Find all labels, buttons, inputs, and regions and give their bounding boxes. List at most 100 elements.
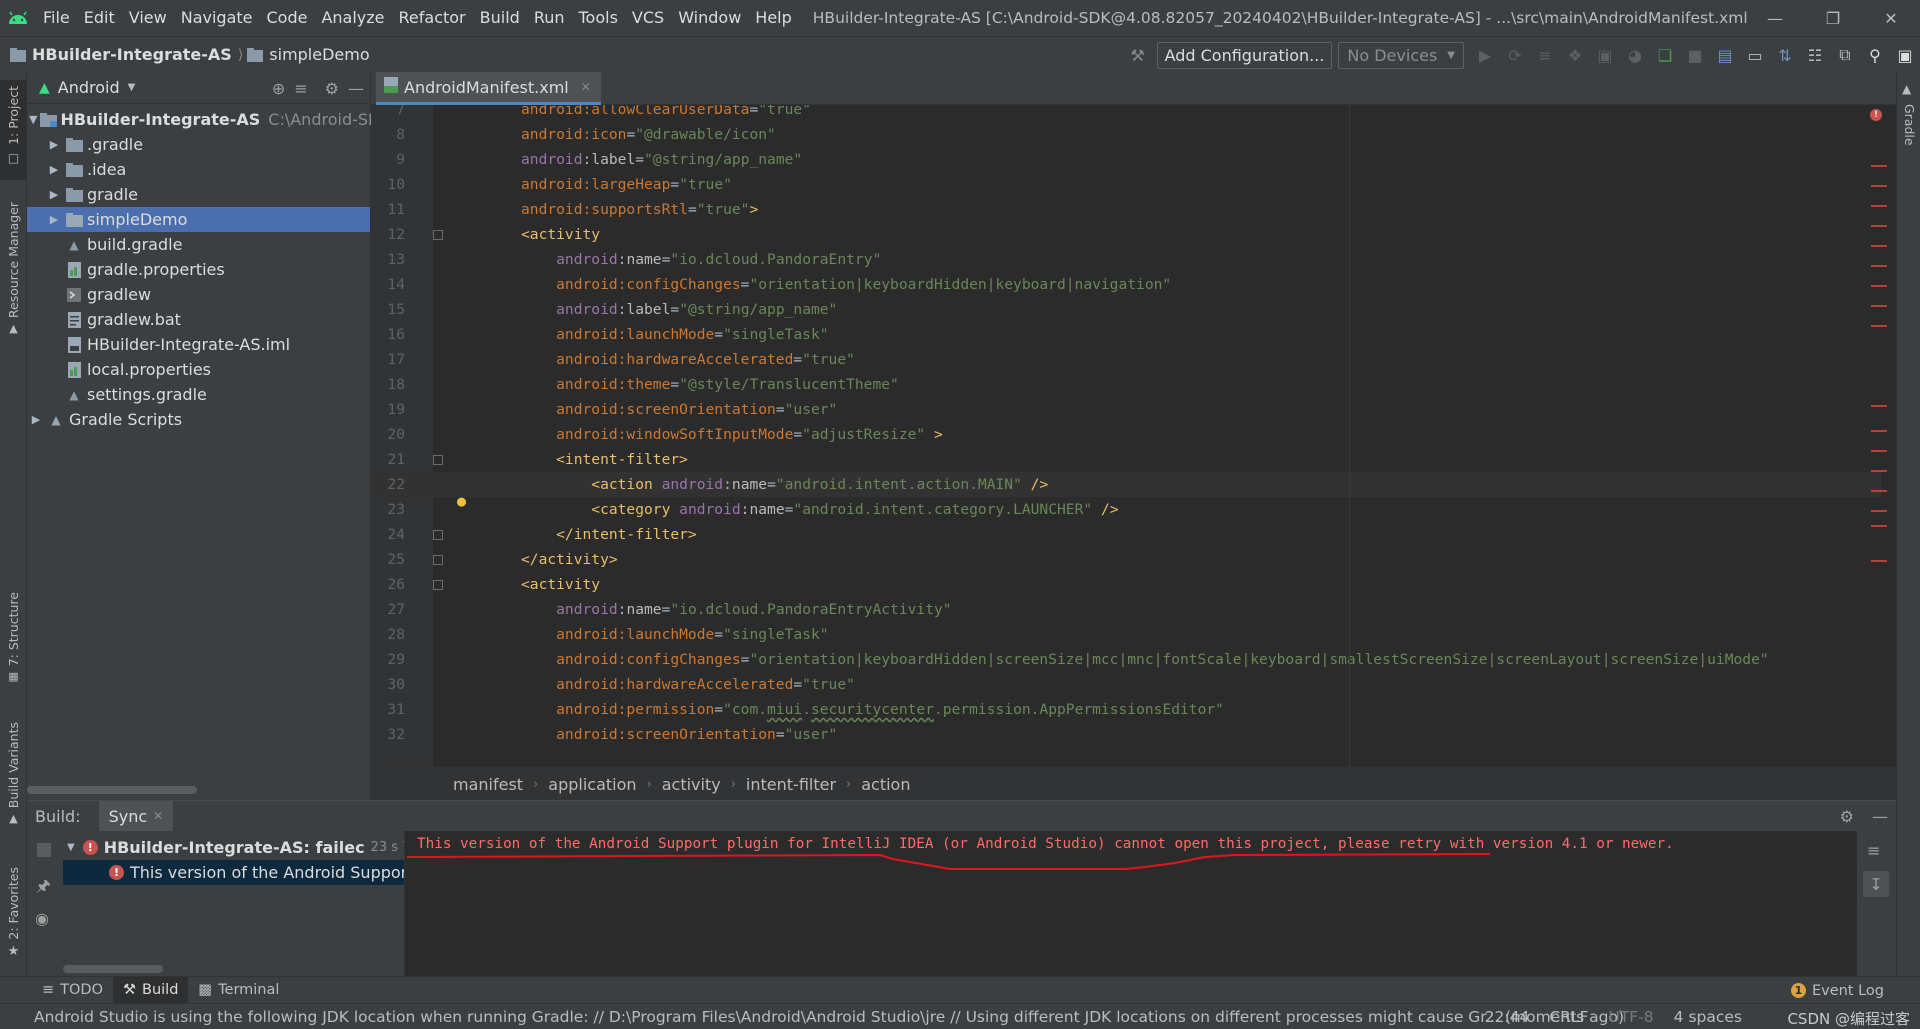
expand-arrow-icon[interactable]: ▼	[29, 113, 37, 126]
tree-item-dot-gradle[interactable]: ▶ .gradle	[27, 132, 370, 157]
xml-breadcrumb-item[interactable]: intent-filter	[746, 775, 836, 794]
tab-build[interactable]: ⚒ Build	[113, 976, 189, 1004]
code-line[interactable]: 21 <intent-filter>	[371, 447, 1881, 472]
caret-position[interactable]: 22:44	[1485, 1008, 1530, 1026]
fold-marker-icon[interactable]	[433, 580, 443, 590]
error-stripe[interactable]	[1871, 105, 1887, 767]
tab-sync[interactable]: Sync ✕	[98, 801, 174, 831]
fold-marker-icon[interactable]	[433, 555, 443, 565]
tab-todo[interactable]: ≡ TODO	[32, 977, 113, 1004]
chevron-down-icon[interactable]: ▼	[128, 82, 136, 93]
error-stripe-mark[interactable]	[1871, 165, 1887, 167]
tree-item-settings-gradle[interactable]: ▲ settings.gradle	[27, 382, 370, 407]
code-line[interactable]: 18 android:theme="@style/TranslucentThem…	[371, 372, 1881, 397]
menu-window[interactable]: Window	[671, 0, 748, 36]
error-stripe-mark[interactable]	[1871, 285, 1887, 287]
code-line[interactable]: 25 </activity>	[371, 547, 1881, 572]
horizontal-scrollbar[interactable]	[27, 786, 197, 794]
rerun-icon[interactable]: ⟳	[1500, 40, 1530, 70]
tree-item-gradle-properties[interactable]: gradle.properties	[27, 257, 370, 282]
tab-project[interactable]: 1: Project □	[0, 80, 27, 180]
code-line[interactable]: 7 android:allowClearUserData="true"	[371, 105, 1881, 122]
tree-root[interactable]: ▼ HBuilder-Integrate-AS C:\Android-SDK@	[27, 107, 407, 132]
gear-icon[interactable]: ⚙	[325, 79, 339, 98]
collapse-all-icon[interactable]: ≡	[294, 79, 307, 98]
tree-item-gradlew[interactable]: gradlew	[27, 282, 370, 307]
pin-icon[interactable]: 🖈	[36, 875, 51, 902]
code-line[interactable]: 16 android:launchMode="singleTask"	[371, 322, 1881, 347]
hide-panel-icon[interactable]: —	[1872, 807, 1888, 826]
tab-resource-manager[interactable]: Resource Manager ▲	[0, 202, 27, 342]
menu-analyze[interactable]: Analyze	[314, 0, 391, 36]
tree-item-dot-idea[interactable]: ▶ .idea	[27, 157, 370, 182]
tree-item-build-gradle[interactable]: ▲ build.gradle	[27, 232, 370, 257]
breadcrumb-module[interactable]: simpleDemo	[247, 45, 370, 64]
expand-arrow-icon[interactable]: ▶	[47, 163, 61, 176]
error-stripe-mark[interactable]	[1871, 225, 1887, 227]
error-stripe-mark[interactable]	[1871, 305, 1887, 307]
menu-refactor[interactable]: Refactor	[392, 0, 473, 36]
code-line[interactable]: 27 android:name="io.dcloud.PandoraEntryA…	[371, 597, 1881, 622]
menu-file[interactable]: File	[36, 0, 77, 36]
scroll-to-end-icon[interactable]: ↧	[1863, 871, 1889, 897]
error-stripe-mark[interactable]	[1871, 525, 1887, 527]
menu-vcs[interactable]: VCS	[625, 0, 671, 36]
line-separator[interactable]: CRLF	[1549, 1008, 1588, 1026]
tab-gradle[interactable]: Gradle	[1902, 104, 1917, 146]
code-line[interactable]: 28 android:launchMode="singleTask"	[371, 622, 1881, 647]
restore-icon[interactable]: ❐	[1804, 0, 1862, 36]
code-line[interactable]: 22 <action android:name="android.intent.…	[371, 472, 1881, 497]
error-stripe-mark[interactable]	[1871, 470, 1887, 472]
tab-build-variants[interactable]: Build Variants ▲	[0, 722, 27, 832]
code-area[interactable]: 7 android:allowClearUserData="true" 8 andro…	[371, 105, 1896, 767]
soft-wrap-icon[interactable]: ≡	[1867, 841, 1880, 860]
file-encoding[interactable]: UTF-8	[1608, 1008, 1653, 1026]
menu-navigate[interactable]: Navigate	[174, 0, 260, 36]
code-line[interactable]: 19 android:screenOrientation="user"	[371, 397, 1881, 422]
fold-marker-icon[interactable]	[433, 455, 443, 465]
code-line[interactable]: 23 <category android:name="android.inten…	[371, 497, 1881, 522]
build-console[interactable]: This version of the Android Support plug…	[405, 831, 1857, 977]
menu-edit[interactable]: Edit	[77, 0, 122, 36]
error-stripe-mark[interactable]	[1871, 185, 1887, 187]
debug-icon[interactable]: ❖	[1560, 40, 1590, 70]
project-view-selector[interactable]: Android	[58, 78, 120, 97]
event-log[interactable]: 1 Event Log	[1790, 977, 1884, 1004]
expand-arrow-icon[interactable]: ▶	[47, 188, 61, 201]
error-stripe-mark[interactable]	[1871, 560, 1887, 562]
locate-file-icon[interactable]: ⊕	[272, 79, 285, 98]
tree-item-iml[interactable]: HBuilder-Integrate-AS.iml	[27, 332, 370, 357]
stop-icon[interactable]	[37, 843, 51, 857]
attach-process-icon[interactable]: ❏	[1650, 40, 1680, 70]
error-stripe-mark[interactable]	[1871, 405, 1887, 407]
breadcrumb-project[interactable]: HBuilder-Integrate-AS	[0, 45, 232, 64]
attach-debugger-icon[interactable]: ▣	[1590, 40, 1620, 70]
settings-sync-icon[interactable]: ▣	[1890, 40, 1920, 70]
hammer-icon[interactable]: ⚒	[1123, 40, 1153, 70]
code-line[interactable]: 15 android:label="@string/app_name"	[371, 297, 1881, 322]
sdk-manager-icon[interactable]: ⧉	[1830, 40, 1860, 70]
code-line[interactable]: 12 <activity	[371, 222, 1881, 247]
code-line[interactable]: 20 android:windowSoftInputMode="adjustRe…	[371, 422, 1881, 447]
error-stripe-mark[interactable]	[1871, 245, 1887, 247]
tab-terminal[interactable]: ▩ Terminal	[188, 977, 289, 1004]
code-line[interactable]: 14 android:configChanges="orientation|ke…	[371, 272, 1881, 297]
sync-gradle-icon[interactable]: ⇅	[1770, 40, 1800, 70]
gear-icon[interactable]: ⚙	[1840, 807, 1854, 826]
layout-inspector-icon[interactable]: ▭	[1740, 40, 1770, 70]
xml-breadcrumb-item[interactable]: activity	[662, 775, 721, 794]
code-line[interactable]: 13 android:name="io.dcloud.PandoraEntry"	[371, 247, 1881, 272]
build-tree-error[interactable]: ! This version of the Android Support p	[63, 860, 404, 885]
code-line[interactable]: 32 android:screenOrientation="user"	[371, 722, 1881, 747]
tree-item-gradle-scripts[interactable]: ▶ ▲ Gradle Scripts	[27, 407, 370, 432]
fold-marker-icon[interactable]	[433, 530, 443, 540]
code-line[interactable]: 31 android:permission="com.miui.security…	[371, 697, 1881, 722]
hide-panel-icon[interactable]: —	[348, 79, 364, 98]
error-stripe-mark[interactable]	[1871, 450, 1887, 452]
code-line[interactable]: 24 </intent-filter>	[371, 522, 1881, 547]
code-line[interactable]: 17 android:hardwareAccelerated="true"	[371, 347, 1881, 372]
tab-androidmanifest[interactable]: AndroidManifest.xml ✕	[376, 72, 601, 105]
xml-breadcrumb-item[interactable]: action	[861, 775, 910, 794]
fold-marker-icon[interactable]	[433, 230, 443, 240]
menu-run[interactable]: Run	[527, 0, 572, 36]
